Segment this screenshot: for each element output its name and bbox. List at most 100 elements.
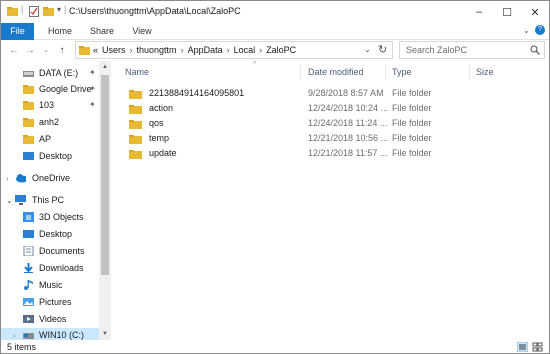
nav-item-desktop-quick[interactable]: Desktop [1, 149, 99, 164]
navigation-pane: DATA (E:) ✦ Google Drive ✦ 103 ✦ anh2 AP… [1, 61, 111, 340]
forward-icon[interactable]: → [23, 43, 37, 57]
documents-icon [23, 246, 34, 256]
breadcrumb-separator-icon[interactable]: › [181, 45, 184, 55]
nav-item-label: Music [39, 280, 63, 290]
file-type: File folder [392, 103, 432, 113]
nav-item-label: WIN10 (C:) [39, 330, 84, 340]
nav-item-pictures[interactable]: Pictures [1, 295, 99, 310]
windows-drive-icon [23, 333, 34, 339]
folder-icon [79, 46, 90, 55]
tab-view[interactable]: View [127, 23, 157, 40]
search-input[interactable] [406, 44, 524, 56]
desktop-icon [23, 230, 34, 238]
file-name: 2213884914164095801 [149, 88, 245, 98]
column-header-name[interactable]: Name [125, 67, 149, 77]
nav-item-label: 3D Objects [39, 212, 84, 222]
explorer-window: | ▾ | C:\Users\thuongttm\AppData\Local\Z… [0, 0, 550, 354]
desktop-icon [23, 152, 34, 160]
tab-file[interactable]: File [1, 23, 34, 40]
breadcrumb-user[interactable]: thuongttm [137, 45, 177, 55]
table-row[interactable]: temp 12/21/2018 10:56 ... File folder [121, 131, 541, 146]
search-box[interactable] [399, 41, 545, 59]
pin-icon[interactable]: ✦ [89, 100, 96, 109]
quick-access-dropdown-icon[interactable]: ▾ [57, 5, 61, 14]
nav-item-label: anh2 [39, 117, 60, 127]
nav-item-this-pc[interactable]: This PC [1, 193, 99, 208]
breadcrumb-separator-icon[interactable]: › [227, 45, 230, 55]
breadcrumb-appdata[interactable]: AppData [188, 45, 223, 55]
folder-icon [129, 105, 142, 114]
minimize-button[interactable]: – [465, 1, 493, 23]
table-row[interactable]: 2213884914164095801 9/28/2018 8:57 AM Fi… [121, 86, 541, 101]
column-header-size[interactable]: Size [476, 67, 494, 77]
title-divider: | [64, 4, 67, 14]
scroll-up-icon[interactable]: ▲ [99, 61, 111, 73]
address-dropdown-icon[interactable]: ⌄ [364, 45, 371, 54]
recent-locations-icon[interactable]: ⌄ [39, 43, 53, 57]
breadcrumb-users[interactable]: Users [102, 45, 126, 55]
nav-item-label: Desktop [39, 151, 73, 161]
address-bar[interactable]: « Users › thuongttm › AppData › Local › … [75, 41, 393, 59]
scroll-thumb[interactable] [101, 75, 109, 275]
table-row[interactable]: action 12/24/2018 10:24 ... File folder [121, 101, 541, 116]
nav-item-label: Documents [39, 246, 85, 256]
downloads-icon [24, 263, 33, 273]
nav-item-documents[interactable]: Documents [1, 244, 99, 259]
breadcrumb-separator-icon[interactable]: › [130, 45, 133, 55]
file-date: 12/24/2018 10:24 ... [308, 103, 389, 113]
details-view-icon[interactable] [517, 342, 528, 352]
nav-item-anh2[interactable]: anh2 [1, 115, 99, 130]
nav-item-data-e[interactable]: DATA (E:) ✦ [1, 66, 99, 81]
properties-icon[interactable] [29, 6, 39, 17]
table-row[interactable]: update 12/21/2018 11:57 ... File folder [121, 146, 541, 161]
expand-chevron-icon[interactable]: › [6, 174, 9, 183]
nav-item-onedrive[interactable]: OneDrive [1, 171, 99, 186]
table-row[interactable]: qos 12/24/2018 11:24 ... File folder [121, 116, 541, 131]
up-icon[interactable]: ↑ [55, 43, 69, 57]
nav-item-label: Pictures [39, 297, 72, 307]
pictures-icon [23, 298, 34, 306]
folder-icon [23, 118, 34, 127]
scroll-down-icon[interactable]: ▼ [99, 328, 111, 340]
pin-icon[interactable]: ✦ [89, 68, 96, 77]
nav-scrollbar[interactable]: ▲ ▼ [99, 61, 111, 340]
nav-item-desktop[interactable]: Desktop [1, 227, 99, 242]
expand-chevron-icon[interactable]: › [13, 331, 16, 340]
folder-icon [129, 150, 142, 159]
search-icon[interactable] [530, 45, 540, 55]
music-icon [24, 280, 33, 290]
nav-item-label: Desktop [39, 229, 73, 239]
breadcrumb-local[interactable]: Local [234, 45, 256, 55]
expand-ribbon-icon[interactable]: ⌄ [523, 26, 530, 35]
close-button[interactable]: ✕ [521, 1, 549, 23]
column-divider[interactable] [300, 65, 301, 79]
nav-item-label: 103 [39, 100, 55, 110]
nav-item-videos[interactable]: Videos [1, 312, 99, 327]
breadcrumb-separator-icon[interactable]: › [259, 45, 262, 55]
file-date: 12/24/2018 11:24 ... [308, 118, 388, 128]
file-date: 9/28/2018 8:57 AM [308, 88, 384, 98]
maximize-button[interactable]: ☐ [493, 1, 521, 23]
nav-item-103[interactable]: 103 ✦ [1, 98, 99, 113]
column-divider[interactable] [469, 65, 470, 79]
collapse-chevron-icon[interactable]: ⌄ [6, 196, 13, 205]
nav-item-downloads[interactable]: Downloads [1, 261, 99, 276]
nav-item-ap[interactable]: AP [1, 132, 99, 147]
tab-share[interactable]: Share [87, 23, 117, 40]
address-row: ← → ⌄ ↑ « Users › thuongttm › AppData › … [1, 40, 549, 61]
column-divider[interactable] [385, 65, 386, 79]
new-folder-icon[interactable] [43, 6, 54, 17]
nav-item-3d-objects[interactable]: 3D Objects [1, 210, 99, 225]
refresh-icon[interactable]: ↻ [378, 43, 387, 56]
breadcrumb-zalopc[interactable]: ZaloPC [266, 45, 296, 55]
column-header-date-modified[interactable]: Date modified [308, 67, 364, 77]
help-icon[interactable]: ? [535, 25, 545, 35]
nav-item-google-drive[interactable]: Google Drive ✦ [1, 82, 99, 97]
tab-home[interactable]: Home [43, 23, 77, 40]
window-title: C:\Users\thuongttm\AppData\Local\ZaloPC [69, 6, 241, 16]
large-icons-view-icon[interactable] [532, 342, 543, 352]
pin-icon[interactable]: ✦ [89, 84, 96, 93]
nav-item-music[interactable]: Music [1, 278, 99, 293]
back-icon[interactable]: ← [7, 43, 21, 57]
column-header-type[interactable]: Type [392, 67, 412, 77]
